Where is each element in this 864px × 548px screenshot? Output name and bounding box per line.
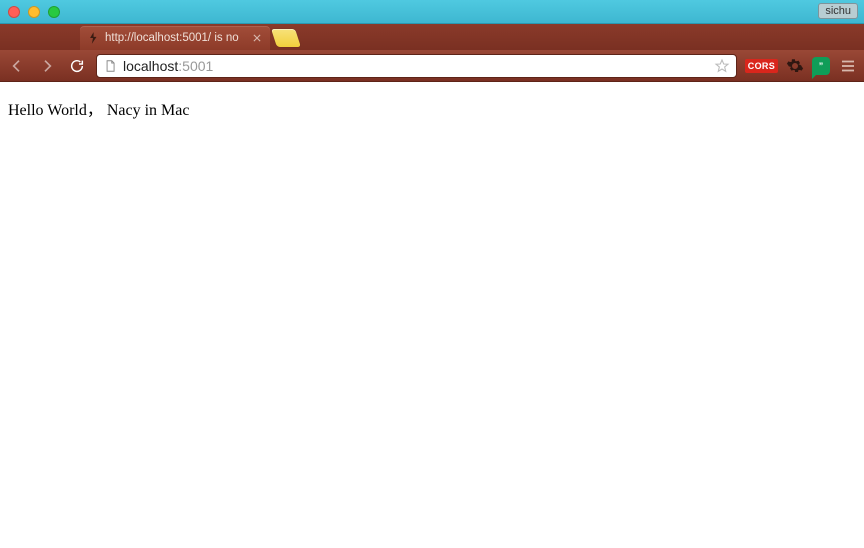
tab-close-icon[interactable] (250, 31, 264, 45)
page-content: Hello World， Nacy in Mac (0, 82, 864, 134)
new-tab-button[interactable] (271, 29, 301, 47)
url-text: localhost:5001 (123, 58, 708, 74)
reload-button[interactable] (66, 55, 88, 77)
url-host: localhost (123, 58, 178, 74)
hangouts-extension-icon[interactable]: ” (812, 57, 830, 75)
toolbar: localhost:5001 CORS ” (0, 50, 864, 82)
browser-tab[interactable]: http://localhost:5001/ is no (80, 26, 270, 50)
url-port: :5001 (178, 58, 213, 74)
forward-button[interactable] (36, 55, 58, 77)
traffic-lights (8, 6, 60, 18)
cors-extension-icon[interactable]: CORS (745, 59, 778, 73)
minimize-window-button[interactable] (28, 6, 40, 18)
address-bar[interactable]: localhost:5001 (96, 54, 737, 78)
chrome-menu-icon[interactable] (838, 56, 858, 76)
page-icon (103, 59, 117, 73)
tab-strip: http://localhost:5001/ is no (0, 24, 864, 50)
maximize-window-button[interactable] (48, 6, 60, 18)
window-titlebar: sichu (0, 0, 864, 24)
extensions-row: CORS ” (745, 56, 858, 76)
profile-chip[interactable]: sichu (818, 3, 858, 19)
settings-extension-icon[interactable] (786, 57, 804, 75)
close-window-button[interactable] (8, 6, 20, 18)
bookmark-star-icon[interactable] (714, 58, 730, 74)
page-body-text: Hello World， Nacy in Mac (8, 102, 190, 119)
tab-favicon-icon (86, 31, 100, 45)
back-button[interactable] (6, 55, 28, 77)
tab-title: http://localhost:5001/ is no (105, 32, 245, 44)
